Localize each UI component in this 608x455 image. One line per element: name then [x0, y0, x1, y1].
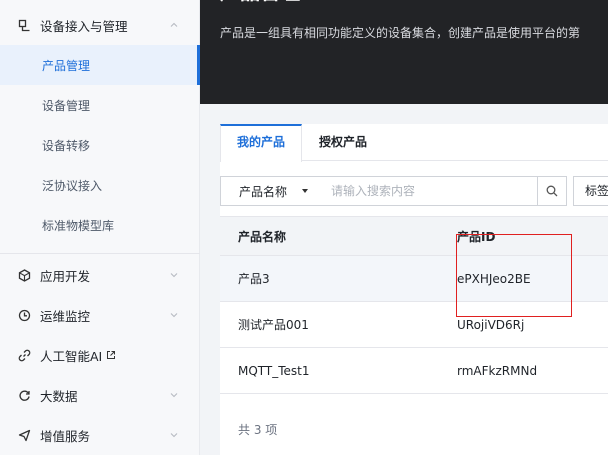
send-icon [17, 428, 31, 442]
page-description: 产品是一组具有相同功能定义的设备集合，创建产品是使用平台的第 [220, 26, 581, 40]
sidebar-item-device-management[interactable]: 设备管理 [0, 85, 200, 125]
nav-group-app-dev[interactable]: 应用开发 [0, 255, 199, 295]
chevron-down-icon [170, 433, 178, 438]
divider [0, 253, 200, 254]
cube-icon [17, 268, 31, 282]
tag-filter-button[interactable]: 标签 [573, 176, 608, 206]
filter-select-value: 产品名称 [239, 184, 288, 199]
nav-group-label: 运维监控 [40, 308, 91, 324]
device-access-icon [17, 18, 31, 32]
nav-group-value-added[interactable]: 增值服务 [0, 415, 199, 455]
chevron-down-icon [170, 273, 178, 278]
tab-authorized-products[interactable]: 授权产品 [319, 124, 367, 161]
product-name-cell: MQTT_Test1 [238, 364, 310, 378]
sidebar-item-generic-protocol[interactable]: 泛协议接入 [0, 165, 200, 205]
nav-group-ai[interactable]: 人工智能AI [0, 335, 199, 375]
sidebar-item-standard-model-library[interactable]: 标准物模型库 [0, 205, 200, 245]
product-name-cell: 测试产品001 [238, 318, 309, 332]
highlight-annotation [456, 234, 572, 317]
search-button[interactable] [537, 176, 567, 206]
tab-bar: 我的产品 授权产品 [220, 124, 608, 162]
nav-group-label: 增值服务 [40, 428, 91, 444]
search-icon [546, 185, 558, 197]
clock-icon [17, 308, 31, 322]
caret-down-icon [302, 189, 308, 193]
chevron-down-icon [170, 393, 178, 398]
product-panel: 我的产品 授权产品 产品名称 标签 产品名称 产品ID 产品3 ePXHJeo2… [220, 124, 608, 455]
sidebar-item-product-management[interactable]: 产品管理 [0, 45, 200, 85]
sidebar: 设备接入与管理 产品管理 设备管理 设备转移 泛协议接入 标准物模型库 应用开发… [0, 0, 200, 455]
sidebar-item-device-transfer[interactable]: 设备转移 [0, 125, 200, 165]
nav-group-ops-monitor[interactable]: 运维监控 [0, 295, 199, 335]
external-link-icon [107, 351, 116, 359]
nav-group-label: 应用开发 [40, 268, 91, 284]
search-input[interactable] [320, 176, 538, 206]
nav-group-big-data[interactable]: 大数据 [0, 375, 199, 415]
product-id-cell: rmAFkzRMNd [457, 364, 538, 378]
nav-group-label: 设备接入与管理 [40, 18, 128, 34]
tab-my-products[interactable]: 我的产品 [220, 124, 302, 162]
table-row[interactable]: MQTT_Test1 rmAFkzRMNd [220, 348, 608, 394]
column-header-name: 产品名称 [238, 230, 287, 244]
total-count: 共 3 项 [238, 423, 278, 437]
sidebar-item-label: 产品管理 [42, 58, 91, 73]
filter-field-select[interactable]: 产品名称 [220, 176, 321, 206]
sidebar-item-label: 标准物模型库 [42, 218, 115, 233]
link-icon [17, 348, 31, 362]
sidebar-item-label: 泛协议接入 [42, 178, 103, 193]
page-title: 产品管理 [220, 0, 300, 8]
sidebar-item-label: 设备转移 [42, 138, 91, 153]
nav-group-label: 大数据 [40, 388, 78, 404]
page-banner: 产品管理 产品是一组具有相同功能定义的设备集合，创建产品是使用平台的第 [200, 0, 608, 104]
chevron-up-icon [170, 22, 178, 27]
cycle-icon [17, 388, 31, 402]
sidebar-item-label: 设备管理 [42, 98, 91, 113]
product-name-cell: 产品3 [238, 272, 270, 286]
nav-group-device-access[interactable]: 设备接入与管理 [0, 0, 199, 50]
nav-group-label: 人工智能AI [40, 348, 103, 364]
content-area: 我的产品 授权产品 产品名称 标签 产品名称 产品ID 产品3 ePXHJeo2… [200, 104, 608, 455]
chevron-down-icon [170, 313, 178, 318]
